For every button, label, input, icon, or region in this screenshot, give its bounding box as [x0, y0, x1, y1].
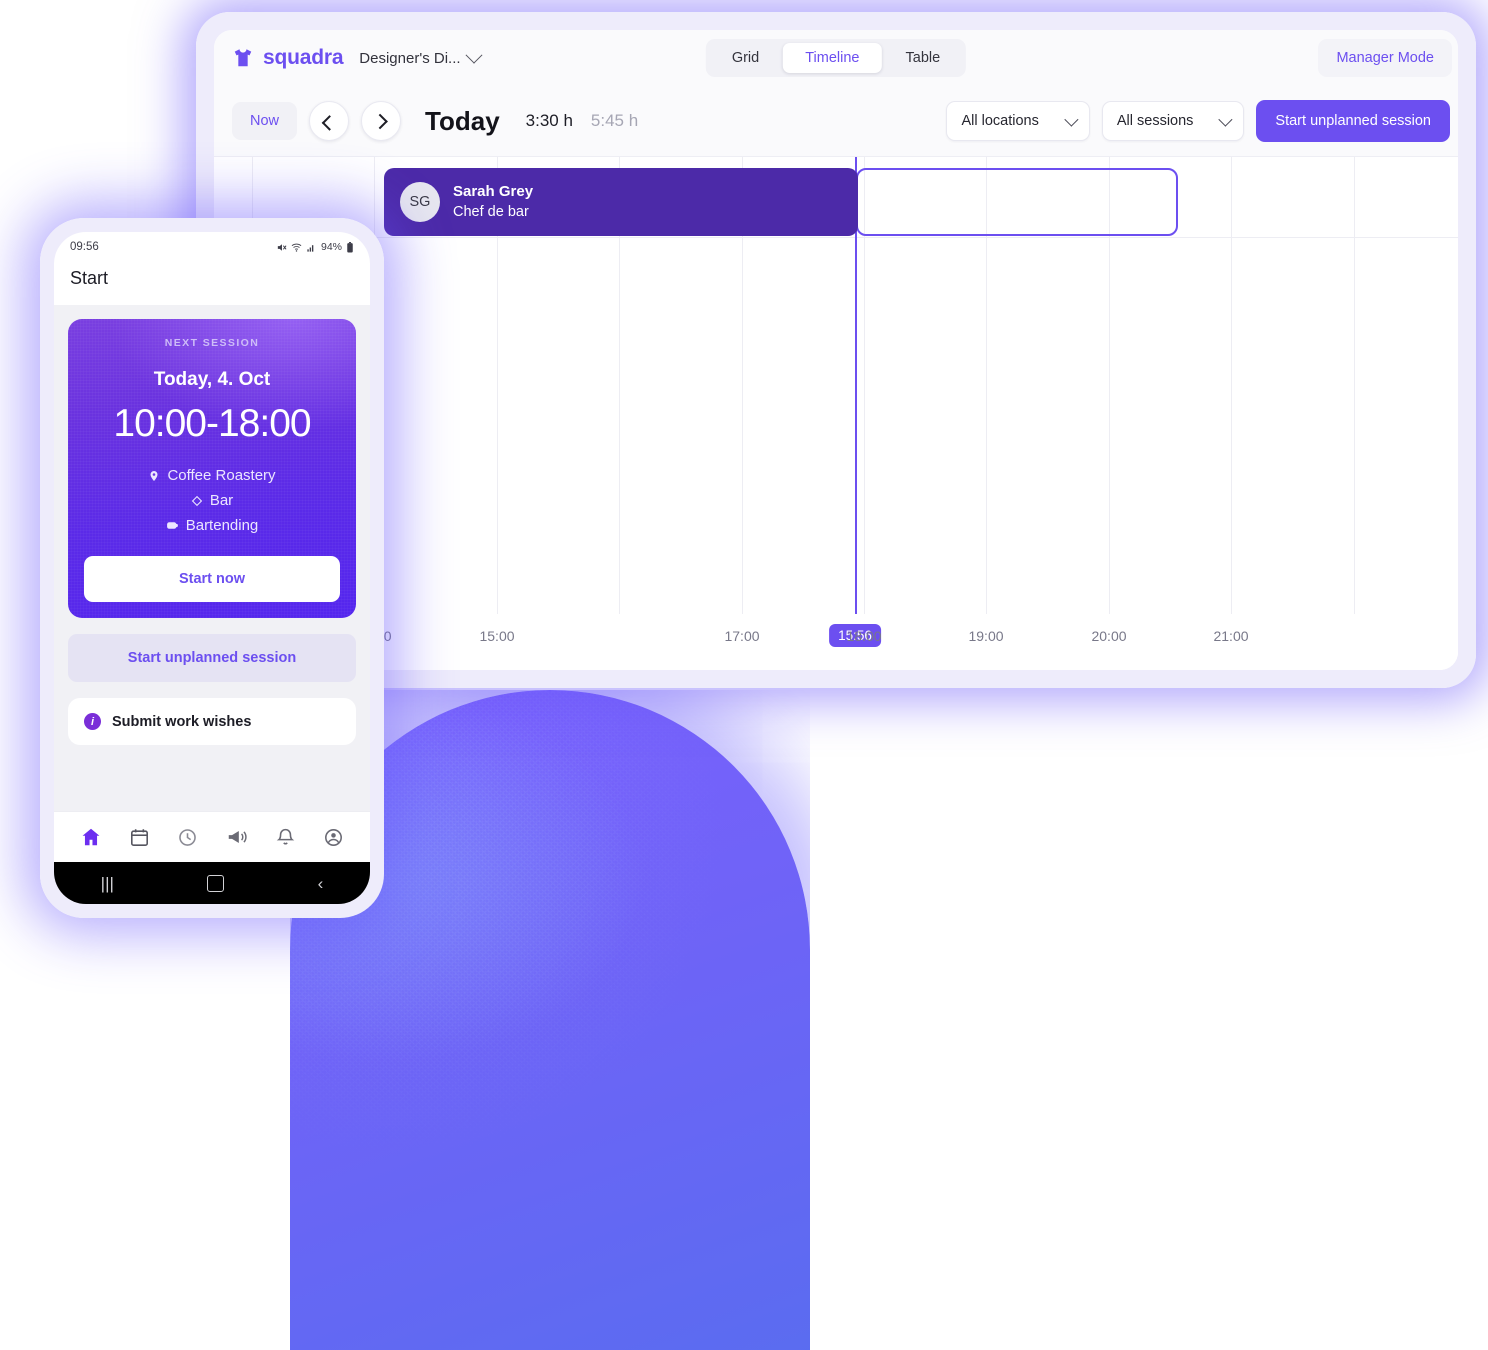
session-role: Bartending — [84, 517, 340, 534]
tab-grid[interactable]: Grid — [710, 43, 781, 73]
bell-icon — [276, 828, 295, 844]
account-icon — [325, 828, 343, 846]
avatar: SG — [400, 182, 440, 222]
desktop-window-screen: squadra Designer's Di... Grid Timeline T… — [214, 30, 1458, 670]
next-day-button[interactable] — [361, 101, 402, 141]
tab-calendar[interactable] — [129, 827, 150, 848]
chevron-right-icon — [371, 113, 388, 129]
tab-announcements[interactable] — [226, 826, 248, 848]
topbar-right: Manager Mode — [1318, 39, 1452, 77]
status-time: 09:56 — [70, 241, 99, 253]
signal-icon — [307, 244, 314, 252]
location-filter-value: All locations — [961, 113, 1039, 129]
phone-start-unplanned-session-button[interactable]: Start unplanned session — [68, 634, 356, 683]
start-now-button[interactable]: Start now — [84, 556, 340, 603]
event-employee-name: Sarah Grey — [453, 182, 534, 200]
timeline-event-sarah-grey[interactable]: SG Sarah Grey Chef de bar — [384, 168, 858, 236]
app-topbar: squadra Designer's Di... Grid Timeline T… — [214, 30, 1458, 86]
tag-icon — [166, 522, 178, 529]
axis-tick: 19:00 — [968, 628, 1004, 644]
phone-content: NEXT SESSION Today, 4. Oct 10:00-18:00 C… — [54, 305, 370, 811]
tab-timeline[interactable]: Timeline — [783, 43, 882, 73]
back-icon[interactable]: ‹ — [318, 875, 324, 892]
calendar-icon — [130, 828, 148, 846]
hours-total: 5:45 h — [590, 111, 639, 130]
next-session-time-range: 10:00-18:00 — [113, 402, 311, 445]
chevron-down-icon — [1218, 112, 1233, 127]
battery-percent: 94% — [320, 241, 342, 253]
phone-status-bar: 09:56 94% — [54, 232, 370, 262]
tab-table[interactable]: Table — [884, 43, 963, 73]
session-area-label: Bar — [209, 492, 234, 510]
megaphone-icon — [228, 830, 247, 844]
chevron-down-icon — [465, 46, 483, 64]
timeline-canvas[interactable]: SG Sarah Grey Chef de bar 13:00 14:00 15… — [214, 156, 1458, 670]
location-pin-icon — [150, 470, 158, 481]
unassigned-slot[interactable] — [856, 168, 1178, 236]
home-icon — [82, 828, 100, 846]
axis-tick: 18:00 — [846, 628, 882, 644]
mute-icon — [277, 243, 287, 251]
recents-icon[interactable]: ||| — [101, 875, 114, 892]
tshirt-icon — [234, 48, 252, 67]
axis-tick: 15:00 — [479, 628, 515, 644]
view-tab-group: Grid Timeline Table — [705, 39, 967, 77]
axis-tick: 20:00 — [1091, 628, 1127, 644]
timeline-axis: 13:00 14:00 15:00 15:56 17:00 18:00 19:0… — [214, 614, 1458, 670]
next-session-card[interactable]: NEXT SESSION Today, 4. Oct 10:00-18:00 C… — [68, 319, 356, 619]
now-button[interactable]: Now — [232, 102, 298, 140]
phone-screen-title: Start — [70, 268, 109, 288]
session-filter-select[interactable]: All sessions — [1101, 101, 1245, 141]
phone-frame: 09:56 94% Start NEXT SESSION Today, 4. O… — [40, 218, 384, 918]
clock-icon — [179, 828, 197, 846]
hours-worked: 3:30 h — [525, 111, 573, 130]
desktop-window-frame: squadra Designer's Di... Grid Timeline T… — [196, 12, 1476, 688]
phone-screen: 09:56 94% Start NEXT SESSION Today, 4. O… — [54, 232, 370, 904]
workspace-label: Designer's Di... — [359, 49, 461, 67]
session-location-label: Coffee Roastery — [167, 467, 276, 485]
next-session-eyebrow: NEXT SESSION — [164, 337, 260, 349]
toolbar-right: All locations All sessions Start unplann… — [946, 100, 1450, 142]
session-filter-value: All sessions — [1116, 113, 1194, 129]
page-title: Today — [425, 105, 500, 136]
manager-mode-button[interactable]: Manager Mode — [1318, 39, 1452, 77]
session-location: Coffee Roastery — [84, 467, 340, 484]
app-toolbar: Now Today 3:30 h 5:45 h All locations Al… — [214, 86, 1458, 156]
chevron-down-icon — [1064, 112, 1079, 127]
start-unplanned-session-button[interactable]: Start unplanned session — [1256, 100, 1450, 142]
event-text: Sarah Grey Chef de bar — [453, 181, 533, 224]
submit-work-wishes-label: Submit work wishes — [112, 713, 252, 730]
workspace-selector[interactable]: Designer's Di... — [359, 46, 483, 67]
home-square-icon[interactable] — [207, 874, 225, 892]
axis-tick: 17:00 — [724, 628, 760, 644]
session-meta-list: Coffee Roastery Bar Bartending — [84, 467, 340, 534]
submit-work-wishes-card[interactable]: i Submit work wishes — [68, 698, 356, 746]
next-session-date: Today, 4. Oct — [153, 369, 271, 390]
chevron-left-icon — [321, 114, 337, 131]
tab-account[interactable] — [323, 827, 344, 848]
session-role-label: Bartending — [185, 517, 259, 535]
phone-tab-bar — [54, 811, 370, 862]
brand-name: squadra — [263, 46, 344, 69]
phone-appbar: Start — [54, 262, 370, 305]
wifi-icon — [291, 243, 302, 252]
previous-day-button[interactable] — [309, 101, 350, 141]
brand[interactable]: squadra — [232, 46, 343, 70]
session-area: Bar — [84, 492, 340, 509]
battery-icon — [347, 241, 353, 252]
android-nav-bar: ||| ‹ — [54, 862, 370, 904]
area-icon — [191, 495, 203, 506]
event-role: Chef de bar — [453, 204, 529, 221]
tab-home[interactable] — [80, 826, 102, 848]
info-icon: i — [84, 713, 101, 731]
status-icon-group: 94% — [276, 241, 354, 253]
axis-tick: 21:00 — [1213, 628, 1249, 644]
location-filter-select[interactable]: All locations — [946, 101, 1090, 141]
tab-clock[interactable] — [177, 827, 198, 848]
tab-notifications[interactable] — [275, 827, 296, 848]
